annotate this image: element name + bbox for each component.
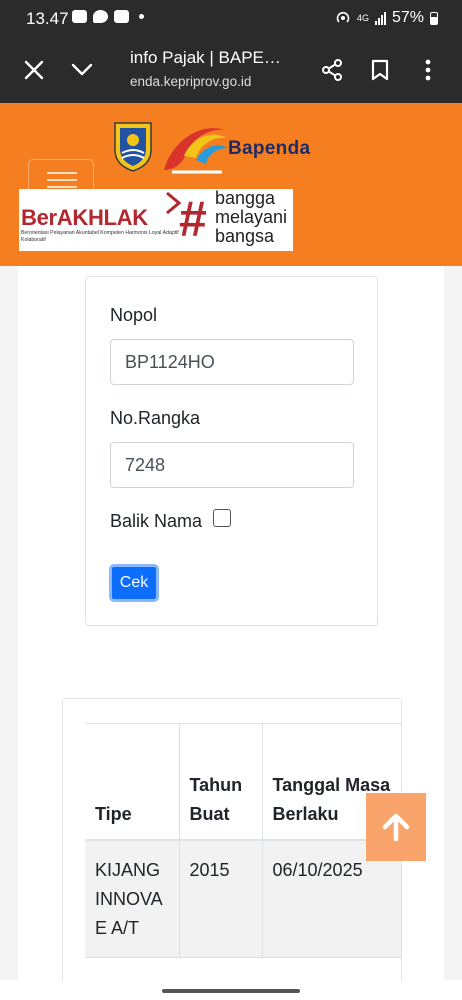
- more-vert-icon: [425, 59, 431, 81]
- balik-nama-checkbox[interactable]: [213, 509, 231, 527]
- status-right: 4G 57%: [335, 9, 438, 27]
- battery-percent: 57%: [391, 9, 424, 26]
- table-row: KIJANG INNOVA E A/T 2015 06/10/2025: [85, 839, 401, 958]
- page-url[interactable]: enda.kepriprov.go.id: [130, 74, 251, 89]
- nopol-label: Nopol: [110, 305, 158, 325]
- phone-link-icon: [72, 10, 87, 23]
- berakhlak-subtitle: Berorientasi Pelayanan Akuntabel Kompete…: [21, 230, 179, 243]
- image-icon: [114, 10, 129, 23]
- rangka-input[interactable]: 7248: [110, 442, 354, 488]
- expand-button[interactable]: [62, 50, 102, 90]
- province-emblem-logo: [114, 122, 152, 172]
- bapenda-brand: Bapenda: [228, 138, 311, 159]
- chat-icon: [93, 10, 108, 23]
- berakhlak-banner: BerAKHLAK Berorientasi Pelayanan Akuntab…: [19, 189, 293, 251]
- battery-icon: [430, 11, 438, 25]
- close-button[interactable]: [14, 50, 54, 90]
- site-header: Bapenda BerAKHLAK Berorientasi Pelayanan…: [0, 103, 462, 266]
- scroll-to-top-button[interactable]: [366, 793, 426, 861]
- rangka-label: No.Rangka: [110, 408, 201, 428]
- arrow-up-icon: [382, 813, 410, 842]
- table-header-row: Tipe Tahun Buat Tanggal Masa Berlaku: [85, 723, 401, 841]
- column-header: Tahun Buat: [178, 723, 262, 841]
- hotspot-icon: [336, 11, 350, 23]
- notification-icons: [72, 10, 144, 23]
- signal-icon: [374, 11, 386, 25]
- cell-tipe: KIJANG INNOVA E A/T: [85, 839, 179, 958]
- more-button[interactable]: [408, 50, 448, 90]
- hashtag-mark: #: [179, 191, 207, 247]
- result-table: Tipe Tahun Buat Tanggal Masa Berlaku KIJ…: [85, 723, 401, 958]
- table-scroll[interactable]: Tipe Tahun Buat Tanggal Masa Berlaku KIJ…: [63, 699, 401, 1000]
- column-header: Tipe: [85, 723, 179, 841]
- slogan-line: bangga: [215, 188, 276, 208]
- result-card: Tipe Tahun Buat Tanggal Masa Berlaku KIJ…: [62, 698, 402, 1000]
- chevron-down-icon: [71, 63, 93, 76]
- nopol-input[interactable]: BP1124HO: [110, 339, 354, 385]
- network-type: 4G: [356, 13, 369, 23]
- slogan: bangga melayani bangsa: [215, 189, 287, 246]
- tax-check-form: Nopol BP1124HO No.Rangka 7248 Balik Nama…: [85, 276, 378, 626]
- cek-button[interactable]: Cek: [109, 564, 159, 602]
- system-nav-bar: [0, 980, 462, 1000]
- bookmark-icon: [371, 59, 389, 81]
- dot-icon: [139, 14, 144, 19]
- berakhlak-title: BerAKHLAK: [21, 205, 148, 230]
- slogan-line: bangsa: [215, 226, 275, 246]
- share-icon: [322, 59, 342, 81]
- share-button[interactable]: [312, 50, 352, 90]
- status-time: 13.47: [26, 9, 69, 28]
- cell-tahun-buat: 2015: [178, 839, 262, 958]
- balik-nama-label: Balik Nama: [110, 511, 203, 531]
- bapenda-swirl-logo: [164, 128, 228, 174]
- browser-toolbar: info Pajak | BAPE… enda.kepriprov.go.id: [0, 36, 462, 103]
- bookmark-button[interactable]: [360, 50, 400, 90]
- gesture-handle[interactable]: [162, 989, 300, 993]
- page-title: info Pajak | BAPE…: [130, 48, 281, 67]
- slogan-line: melayani: [215, 207, 288, 227]
- status-bar: 13.47 4G 57%: [0, 0, 462, 36]
- close-icon: [24, 60, 44, 80]
